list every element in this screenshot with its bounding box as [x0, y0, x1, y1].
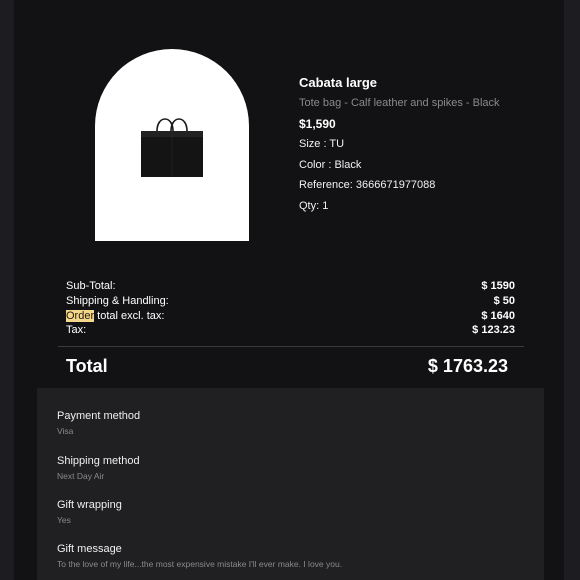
shipping-method: Shipping method Next Day Air	[57, 454, 140, 482]
summary-divider	[58, 346, 524, 347]
order-highlight: Order	[66, 309, 95, 322]
tax-label: Tax:	[66, 324, 87, 337]
total-value: $ 1763.23	[427, 356, 508, 376]
gift-wrapping: Gift wrapping Yes	[57, 498, 122, 526]
subtotal-label: Sub-Total:	[66, 280, 116, 292]
total-label: Total	[66, 356, 108, 376]
total-row: Total $ 1763.23	[66, 354, 508, 378]
product-name[interactable]: Cabata large	[299, 74, 549, 92]
gift-message-value: To the love of my life...the most expens…	[57, 559, 343, 569]
shipping-value: $ 50	[493, 294, 515, 307]
product-info: Cabata large Tote bag - Calf leather and…	[299, 74, 549, 214]
payment-method-label: Payment method	[57, 410, 141, 422]
shipping-method-label: Shipping method	[57, 455, 140, 467]
gift-message-label: Gift message	[57, 543, 122, 555]
product-quantity: Qty: 1	[299, 199, 329, 212]
product-price: $1,590	[299, 117, 336, 131]
order-total-row: Order total excl. tax: $ 1640	[66, 309, 515, 324]
order-details: Payment method Visa Shipping method Next…	[37, 388, 544, 580]
subtotal-row: Sub-Total: $ 1590	[66, 279, 515, 294]
gift-wrapping-label: Gift wrapping	[57, 499, 122, 511]
payment-method-value: Visa	[57, 426, 74, 436]
payment-method: Payment method Visa	[57, 409, 140, 437]
shipping-method-value: Next Day Air	[57, 471, 105, 481]
product-size: Size : TU	[299, 138, 345, 150]
shipping-row: Shipping & Handling: $ 50	[66, 294, 515, 309]
tote-bag-icon	[141, 118, 203, 177]
product-reference: Reference: 3666671977088	[299, 179, 436, 191]
shipping-label: Shipping & Handling:	[66, 294, 169, 307]
tax-row: Tax: $ 123.23	[66, 323, 515, 338]
gift-wrapping-value: Yes	[57, 515, 71, 525]
tax-value: $ 123.23	[472, 324, 515, 337]
order-total-value: $ 1640	[481, 309, 515, 322]
product-image	[95, 49, 249, 241]
subtotal-value: $ 1590	[481, 280, 515, 292]
product-description: Tote bag - Calf leather and spikes - Bla…	[299, 97, 500, 109]
price-summary: Sub-Total: $ 1590 Shipping & Handling: $…	[66, 279, 515, 338]
order-total-label-rest: total excl. tax:	[94, 309, 165, 322]
order-total-label: Order total excl. tax:	[66, 309, 164, 324]
product-color: Color : Black	[299, 158, 362, 171]
gift-message: Gift message To the love of my life...th…	[57, 542, 342, 570]
page: Cabata large Tote bag - Calf leather and…	[0, 0, 580, 580]
